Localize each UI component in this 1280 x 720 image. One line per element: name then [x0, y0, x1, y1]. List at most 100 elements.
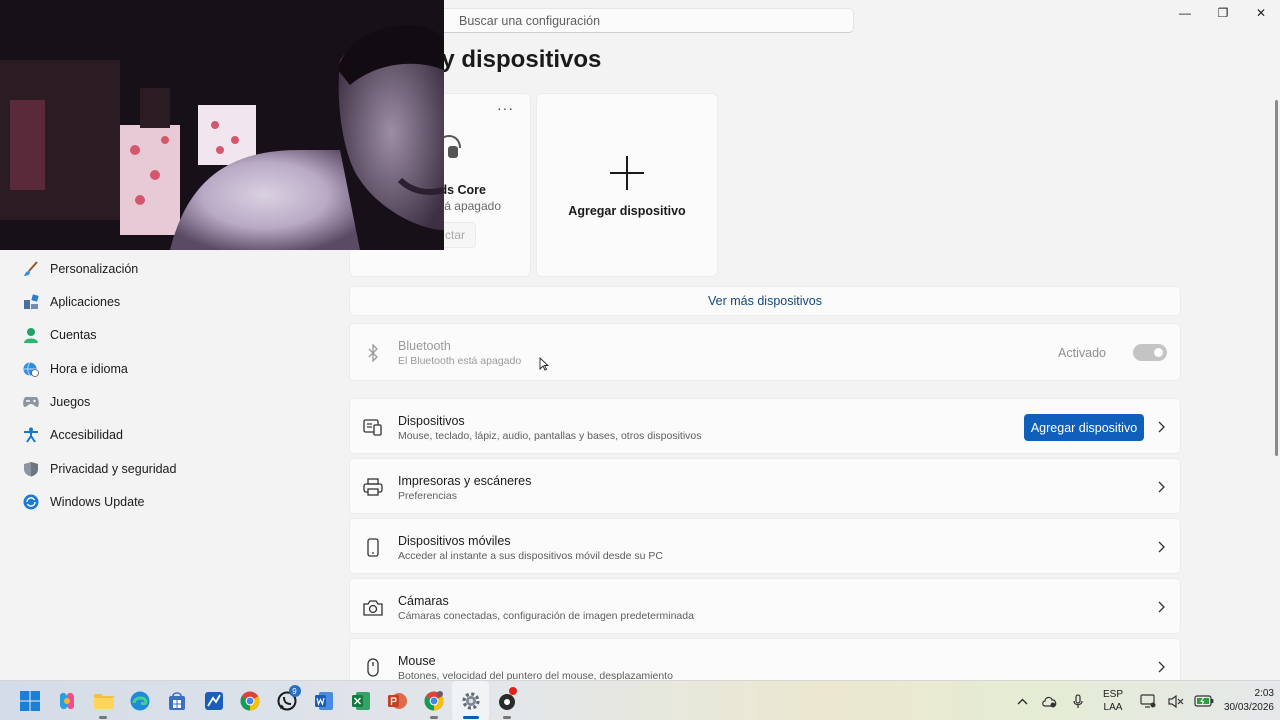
taskbar-file-explorer[interactable]: [85, 681, 122, 720]
chevron-right-icon: [1156, 660, 1166, 674]
mouse-cursor-icon: [539, 357, 549, 371]
toggle-knob: [1154, 348, 1163, 357]
add-device-button[interactable]: Agregar dispositivo: [1024, 414, 1144, 441]
taskbar-edge[interactable]: [122, 681, 159, 720]
battery-button[interactable]: [1190, 681, 1218, 720]
system-tray: ESP LAA 2:03 30/03/2026: [1008, 681, 1280, 720]
search-input[interactable]: Buscar una configuración: [430, 8, 854, 33]
cloud-sync-icon: [1042, 696, 1057, 707]
more-options-button[interactable]: ···: [497, 100, 514, 116]
bluetooth-row: Bluetooth El Bluetooth está apagado Acti…: [349, 323, 1181, 381]
clock[interactable]: 2:03 30/03/2026: [1218, 687, 1280, 715]
bluetooth-icon: [363, 343, 383, 363]
row-title: Dispositivos móviles: [398, 534, 511, 548]
windows-logo-icon: [20, 691, 41, 711]
taskbar-chrome-profile[interactable]: [416, 681, 453, 720]
taskbar-settings[interactable]: [452, 681, 489, 720]
sidebar-item-apps[interactable]: Aplicaciones: [22, 290, 120, 314]
sidebar-item-privacy[interactable]: Privacidad y seguridad: [22, 457, 176, 481]
webcam-overlay: [0, 0, 444, 250]
sidebar-item-label: Accesibilidad: [50, 428, 123, 442]
row-title: Dispositivos: [398, 414, 465, 428]
active-indicator: [463, 716, 480, 719]
language-indicator[interactable]: ESP LAA: [1092, 688, 1134, 714]
device-name: ds Core: [439, 183, 486, 197]
taskbar-apps: 9: [12, 681, 526, 720]
chevron-right-icon: [1156, 540, 1166, 554]
microphone-button[interactable]: [1064, 681, 1092, 720]
sidebar-item-personalization[interactable]: Personalización: [22, 257, 138, 281]
edge-icon: [130, 691, 150, 711]
maximize-button[interactable]: ❐: [1204, 0, 1242, 26]
taskbar-whatsapp[interactable]: 9: [269, 681, 306, 720]
camera-icon: [363, 597, 383, 617]
microphone-icon: [1073, 693, 1083, 708]
bluetooth-state: Activado: [1058, 346, 1106, 360]
globe-clock-icon: [22, 360, 40, 378]
taskbar-excel[interactable]: [342, 681, 379, 720]
sidebar-item-time-language[interactable]: Hora e idioma: [22, 357, 128, 381]
row-cameras[interactable]: Cámaras Cámaras conectadas, configuració…: [349, 578, 1181, 634]
taskbar-chrome[interactable]: [232, 681, 269, 720]
row-mouse[interactable]: Mouse Botones, velocidad del puntero del…: [349, 638, 1181, 680]
person-icon: [22, 326, 40, 344]
chrome-icon: [240, 691, 260, 711]
store-icon: [169, 692, 186, 710]
excel-icon: [351, 692, 370, 710]
volume-muted-icon: [1168, 694, 1184, 708]
sidebar-item-label: Aplicaciones: [50, 295, 121, 309]
taskbar-app-blue[interactable]: [195, 681, 232, 720]
row-subtitle: Acceder al instante a sus dispositivos m…: [398, 550, 663, 562]
add-device-label: Agregar dispositivo: [568, 204, 686, 218]
scrollbar[interactable]: [1275, 100, 1278, 456]
sidebar-item-accessibility[interactable]: Accesibilidad: [22, 423, 123, 447]
mouse-icon: [363, 657, 383, 677]
plus-icon: [610, 156, 644, 190]
update-icon: [22, 493, 40, 511]
apps-icon: [22, 293, 40, 311]
onedrive-button[interactable]: [1036, 681, 1064, 720]
chart-app-icon: [204, 692, 223, 710]
taskbar-powerpoint[interactable]: [379, 681, 416, 720]
bluetooth-subtitle: El Bluetooth está apagado: [398, 355, 522, 367]
clock-date: 30/03/2026: [1223, 702, 1274, 713]
taskbar-store[interactable]: [159, 681, 196, 720]
row-subtitle: Mouse, teclado, lápiz, audio, pantallas …: [398, 430, 702, 442]
row-printers[interactable]: Impresoras y escáneres Preferencias: [349, 458, 1181, 514]
minimize-button[interactable]: —: [1166, 0, 1204, 26]
close-button[interactable]: ✕: [1242, 0, 1280, 26]
row-subtitle: Preferencias: [398, 490, 457, 502]
sidebar-item-windows-update[interactable]: Windows Update: [22, 490, 145, 514]
network-icon: [1140, 694, 1156, 708]
more-devices-link[interactable]: Ver más dispositivos: [349, 286, 1181, 316]
notification-badge: 9: [288, 685, 301, 697]
row-devices[interactable]: Dispositivos Mouse, teclado, lápiz, audi…: [349, 398, 1181, 454]
sidebar-item-accounts[interactable]: Cuentas: [22, 323, 97, 347]
phone-icon: [363, 537, 383, 557]
volume-button[interactable]: [1162, 681, 1190, 720]
sidebar-item-gaming[interactable]: Juegos: [22, 390, 90, 414]
gamepad-icon: [22, 393, 40, 411]
taskbar-obs[interactable]: [489, 681, 526, 720]
start-button[interactable]: [12, 681, 49, 720]
row-title: Mouse: [398, 654, 436, 668]
taskbar-copilot[interactable]: [49, 681, 86, 720]
row-mobile-devices[interactable]: Dispositivos móviles Acceder al instante…: [349, 518, 1181, 574]
running-indicator: [429, 716, 438, 719]
show-hidden-icons-button[interactable]: [1008, 681, 1036, 720]
folder-icon: [93, 694, 114, 709]
taskbar: 9 ESP LAA 2:03 30/03/2026: [0, 680, 1280, 720]
network-button[interactable]: [1134, 681, 1162, 720]
bluetooth-toggle[interactable]: [1133, 344, 1167, 361]
taskbar-word[interactable]: [306, 681, 343, 720]
sidebar-item-label: Juegos: [50, 395, 91, 409]
device-status: stá apagado: [434, 199, 501, 213]
page-title: n y dispositivos: [420, 46, 602, 73]
powerpoint-icon: [388, 693, 408, 709]
recording-dot: [508, 687, 517, 695]
keyboard-layout: LAA: [1103, 702, 1123, 713]
add-device-card[interactable]: Agregar dispositivo: [536, 93, 718, 277]
printer-icon: [363, 477, 383, 497]
chrome-profile-icon: [424, 691, 444, 711]
clock-time: 2:03: [1254, 688, 1274, 699]
